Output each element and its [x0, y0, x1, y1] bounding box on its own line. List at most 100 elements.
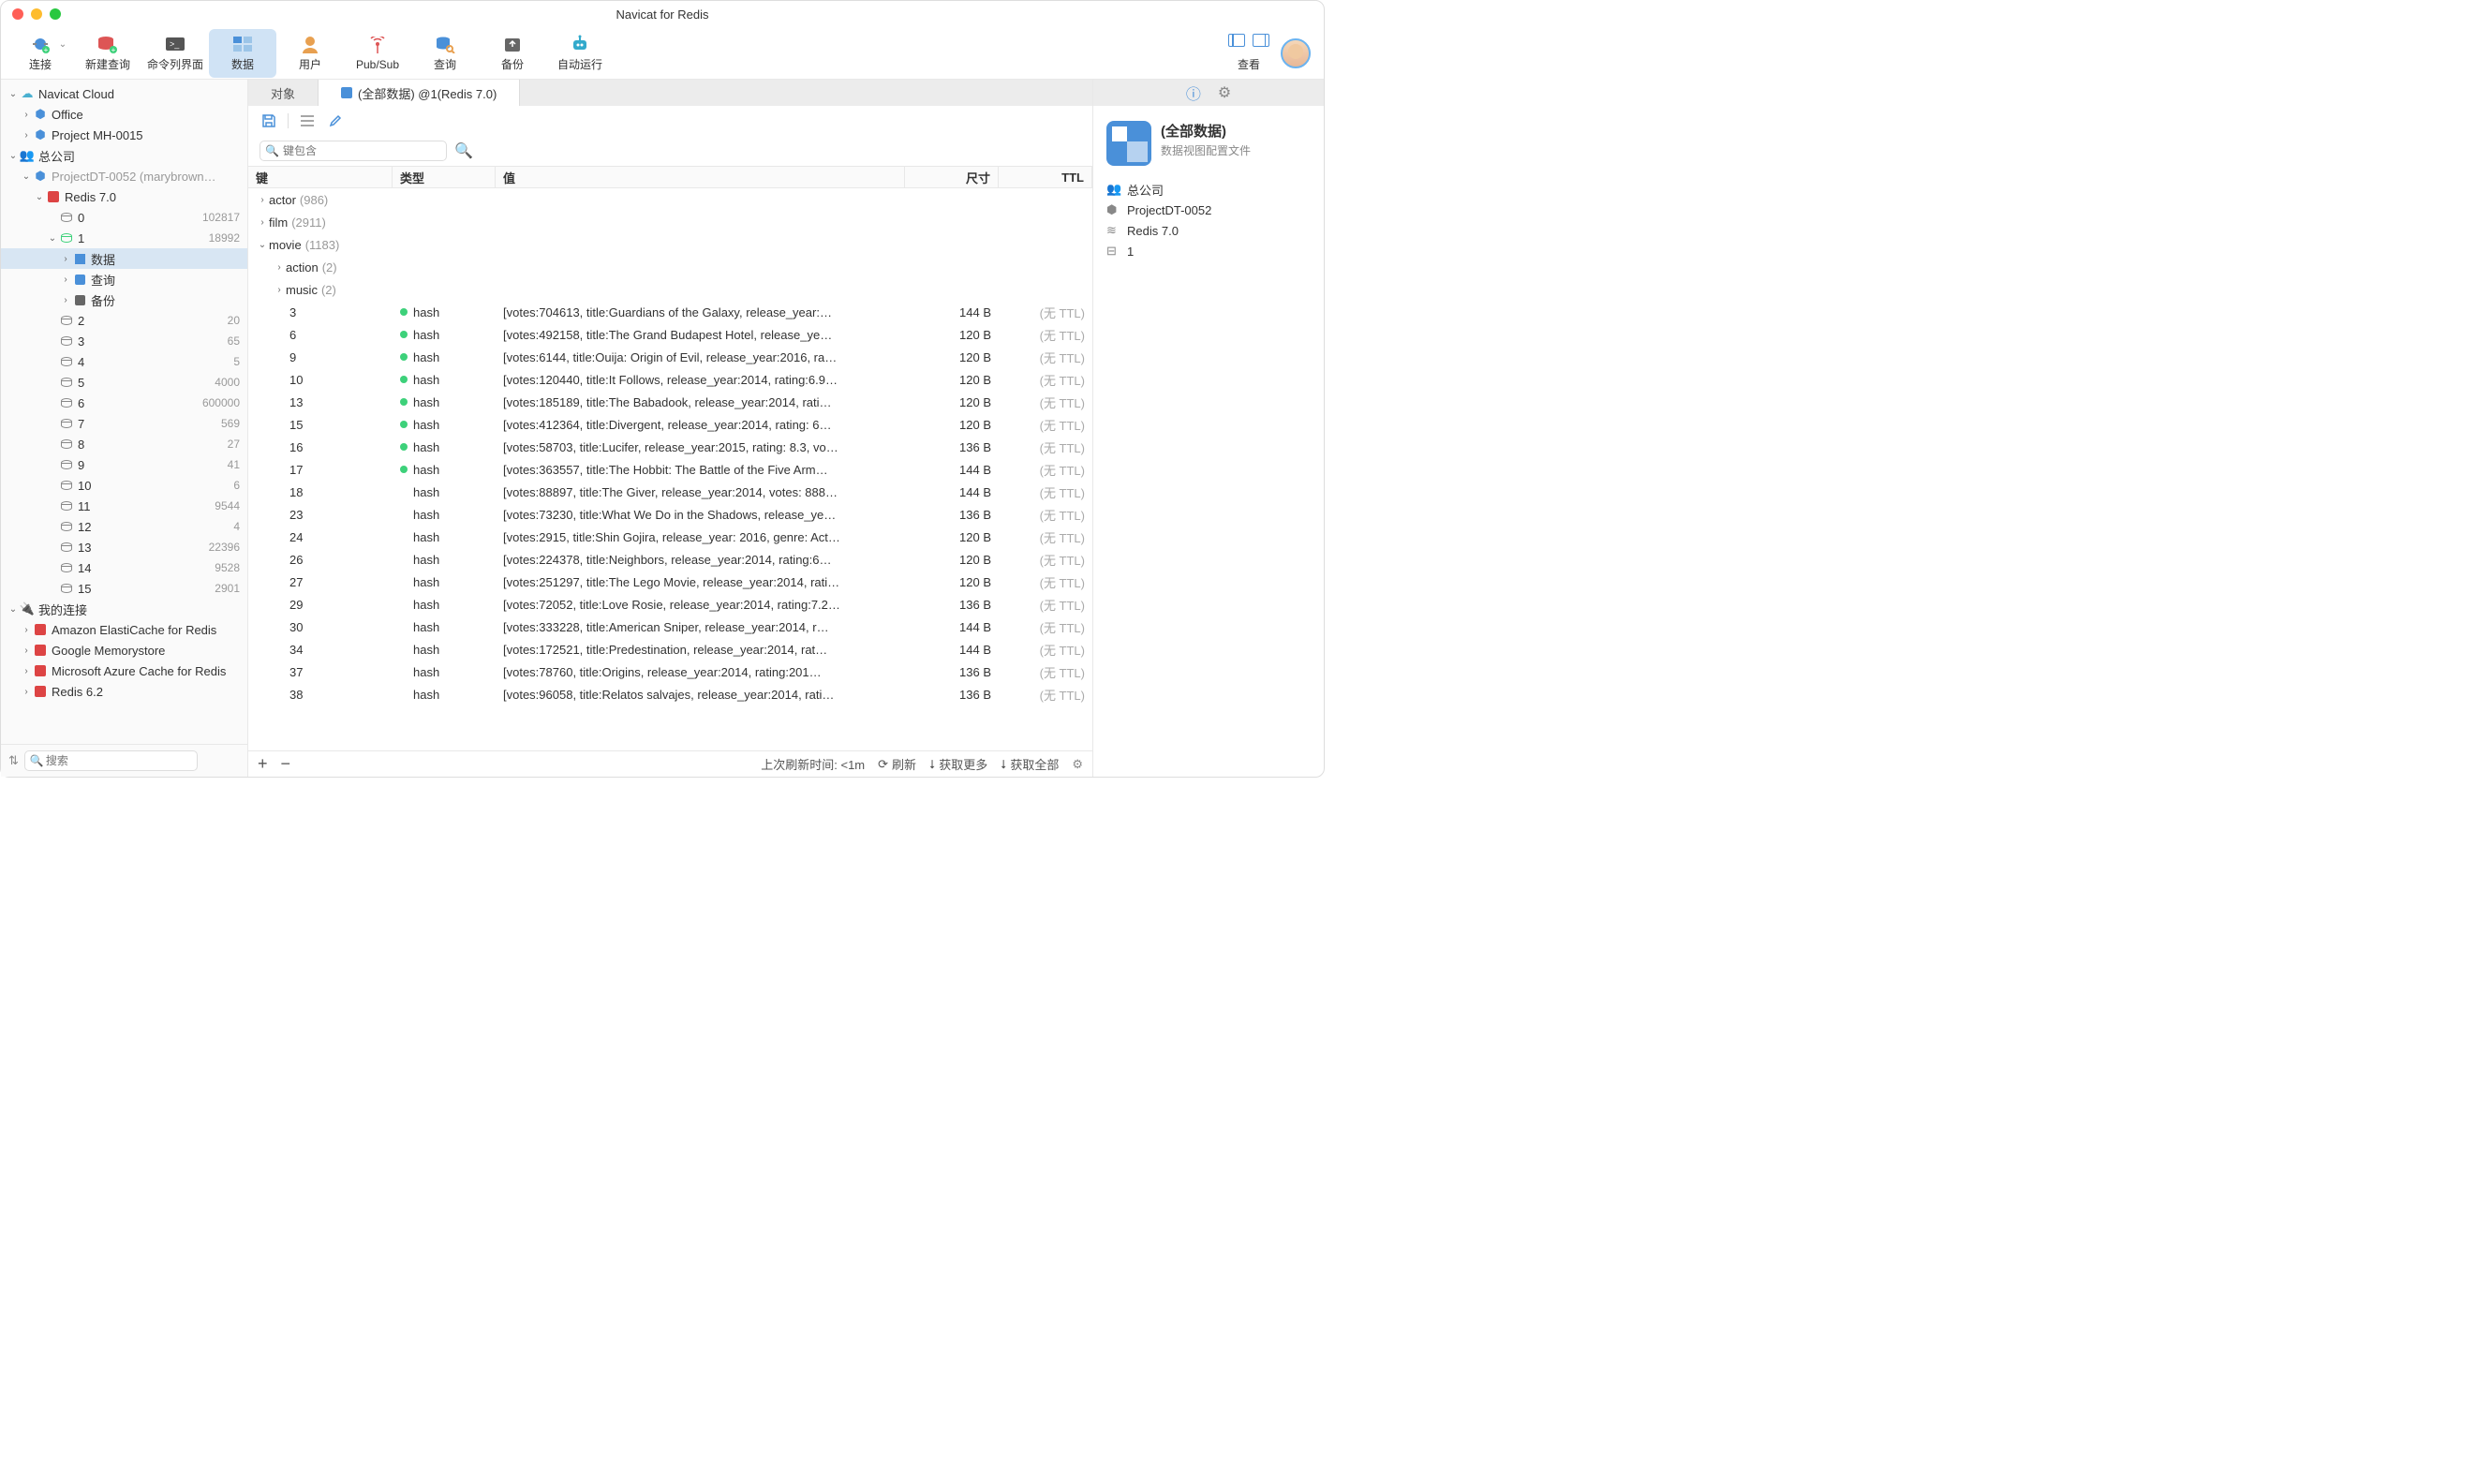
tree-item[interactable]: ›Google Memorystore [1, 640, 247, 660]
tree-item[interactable]: 941 [1, 454, 247, 475]
tree-item[interactable]: ⌄⬢ProjectDT-0052 (marybrown… [1, 166, 247, 186]
chevron-icon[interactable]: › [59, 295, 72, 305]
column-value[interactable]: 值 [496, 167, 905, 187]
tree-item[interactable]: ⌄🔌我的连接 [1, 599, 247, 619]
minimize-window-button[interactable] [31, 8, 42, 20]
chevron-icon[interactable]: › [256, 217, 269, 228]
tree-item[interactable]: 119544 [1, 496, 247, 516]
tree-item[interactable]: ›数据 [1, 248, 247, 269]
toolbar-user-button[interactable]: 用户 [276, 29, 344, 78]
filter-submit-icon[interactable]: 🔍 [454, 141, 473, 160]
toolbar-search-db-button[interactable]: 查询 [411, 29, 479, 78]
tree-item[interactable]: ›⬢Project MH-0015 [1, 125, 247, 145]
chevron-icon[interactable]: › [59, 275, 72, 285]
data-row[interactable]: 10hash[votes:120440, title:It Follows, r… [248, 368, 1092, 391]
info-tab-icon[interactable]: ⓘ [1186, 82, 1201, 104]
chevron-icon[interactable]: ⌄ [20, 171, 33, 182]
chevron-icon[interactable]: ⌄ [7, 151, 20, 161]
tree-item[interactable]: 827 [1, 434, 247, 454]
tree-item[interactable]: 1322396 [1, 537, 247, 557]
tree-item[interactable]: 149528 [1, 557, 247, 578]
tree-item[interactable]: 124 [1, 516, 247, 537]
tree-item[interactable]: 220 [1, 310, 247, 331]
user-avatar[interactable] [1281, 38, 1311, 68]
data-row[interactable]: 29hash[votes:72052, title:Love Rosie, re… [248, 593, 1092, 616]
group-row[interactable]: ›film(2911) [248, 211, 1092, 233]
chevron-icon[interactable]: ⌄ [33, 192, 46, 202]
save-icon[interactable] [260, 111, 278, 130]
column-size[interactable]: 尺寸 [905, 167, 999, 187]
data-row[interactable]: 6hash[votes:492158, title:The Grand Buda… [248, 323, 1092, 346]
chevron-icon[interactable]: › [273, 285, 286, 295]
chevron-icon[interactable]: › [20, 110, 33, 120]
tree-item[interactable]: ›Redis 6.2 [1, 681, 247, 702]
tree-item[interactable]: 45 [1, 351, 247, 372]
chevron-icon[interactable]: ⌄ [46, 233, 59, 244]
tree-item[interactable]: ›⬢Office [1, 104, 247, 125]
toolbar-data-button[interactable]: 数据 [209, 29, 276, 78]
tree-item[interactable]: ›备份 [1, 289, 247, 310]
fetch-more-button[interactable]: ⭣获取更多 [929, 755, 987, 773]
toolbar-terminal-button[interactable]: >_命令列界面 [141, 29, 209, 78]
tree-item[interactable]: 7569 [1, 413, 247, 434]
data-row[interactable]: 38hash[votes:96058, title:Relatos salvaj… [248, 683, 1092, 705]
data-row[interactable]: 18hash[votes:88897, title:The Giver, rel… [248, 481, 1092, 503]
chevron-icon[interactable]: › [20, 666, 33, 676]
data-row[interactable]: 23hash[votes:73230, title:What We Do in … [248, 503, 1092, 526]
toolbar-db-new-button[interactable]: +新建查询 [74, 29, 141, 78]
chevron-icon[interactable]: › [20, 646, 33, 656]
add-row-button[interactable]: + [258, 754, 268, 774]
group-row[interactable]: ›actor(986) [248, 188, 1092, 211]
tree-item[interactable]: 6600000 [1, 393, 247, 413]
data-row[interactable]: 30hash[votes:333228, title:American Snip… [248, 616, 1092, 638]
tree-item[interactable]: 0102817 [1, 207, 247, 228]
chevron-icon[interactable]: › [59, 254, 72, 264]
chevron-icon[interactable]: › [20, 130, 33, 141]
tree-item[interactable]: ⌄118992 [1, 228, 247, 248]
tree-item[interactable]: ›Microsoft Azure Cache for Redis [1, 660, 247, 681]
column-key[interactable]: 键 [248, 167, 393, 187]
data-row[interactable]: 24hash[votes:2915, title:Shin Gojira, re… [248, 526, 1092, 548]
data-row[interactable]: 9hash[votes:6144, title:Ouija: Origin of… [248, 346, 1092, 368]
toolbar-backup-button[interactable]: 备份 [479, 29, 546, 78]
refresh-button[interactable]: ⟳刷新 [878, 755, 916, 773]
group-row[interactable]: ›music(2) [248, 278, 1092, 301]
maximize-window-button[interactable] [50, 8, 61, 20]
edit-icon[interactable] [326, 111, 345, 130]
toolbar-plug-button[interactable]: +⌄连接 [7, 29, 74, 78]
fetch-all-button[interactable]: ⭣获取全部 [1001, 755, 1059, 773]
chevron-icon[interactable]: › [20, 625, 33, 635]
data-row[interactable]: 16hash[votes:58703, title:Lucifer, relea… [248, 436, 1092, 458]
tree-item[interactable]: 54000 [1, 372, 247, 393]
chevron-icon[interactable]: ⌄ [7, 604, 20, 615]
chevron-icon[interactable]: › [256, 195, 269, 205]
sidebar-search-input[interactable] [24, 750, 198, 771]
tree-item[interactable]: ⌄☁Navicat Cloud [1, 83, 247, 104]
tree-item[interactable]: 365 [1, 331, 247, 351]
layout-right-icon[interactable] [1253, 34, 1269, 47]
list-view-icon[interactable] [298, 111, 317, 130]
data-row[interactable]: 15hash[votes:412364, title:Divergent, re… [248, 413, 1092, 436]
sync-icon[interactable]: ⇅ [8, 753, 19, 768]
settings-gear-icon[interactable]: ⚙ [1072, 757, 1083, 772]
chevron-icon[interactable]: ⌄ [7, 89, 20, 99]
close-window-button[interactable] [12, 8, 23, 20]
data-row[interactable]: 34hash[votes:172521, title:Predestinatio… [248, 638, 1092, 660]
data-row[interactable]: 17hash[votes:363557, title:The Hobbit: T… [248, 458, 1092, 481]
layout-left-icon[interactable] [1228, 34, 1245, 47]
toolbar-antenna-button[interactable]: Pub/Sub [344, 29, 411, 78]
data-row[interactable]: 3hash[votes:704613, title:Guardians of t… [248, 301, 1092, 323]
data-row[interactable]: 37hash[votes:78760, title:Origins, relea… [248, 660, 1092, 683]
tree-item[interactable]: 106 [1, 475, 247, 496]
remove-row-button[interactable]: − [281, 754, 291, 774]
chevron-down-icon[interactable]: ⌄ [59, 39, 67, 50]
tree-item[interactable]: 152901 [1, 578, 247, 599]
chevron-icon[interactable]: › [273, 262, 286, 273]
settings-tab-icon[interactable]: ⚙ [1218, 83, 1231, 102]
column-ttl[interactable]: TTL [999, 167, 1092, 187]
group-row[interactable]: ›action(2) [248, 256, 1092, 278]
chevron-icon[interactable]: ⌄ [256, 240, 269, 250]
tab[interactable]: 对象 [248, 80, 319, 106]
data-row[interactable]: 27hash[votes:251297, title:The Lego Movi… [248, 571, 1092, 593]
tree-item[interactable]: ›Amazon ElastiCache for Redis [1, 619, 247, 640]
